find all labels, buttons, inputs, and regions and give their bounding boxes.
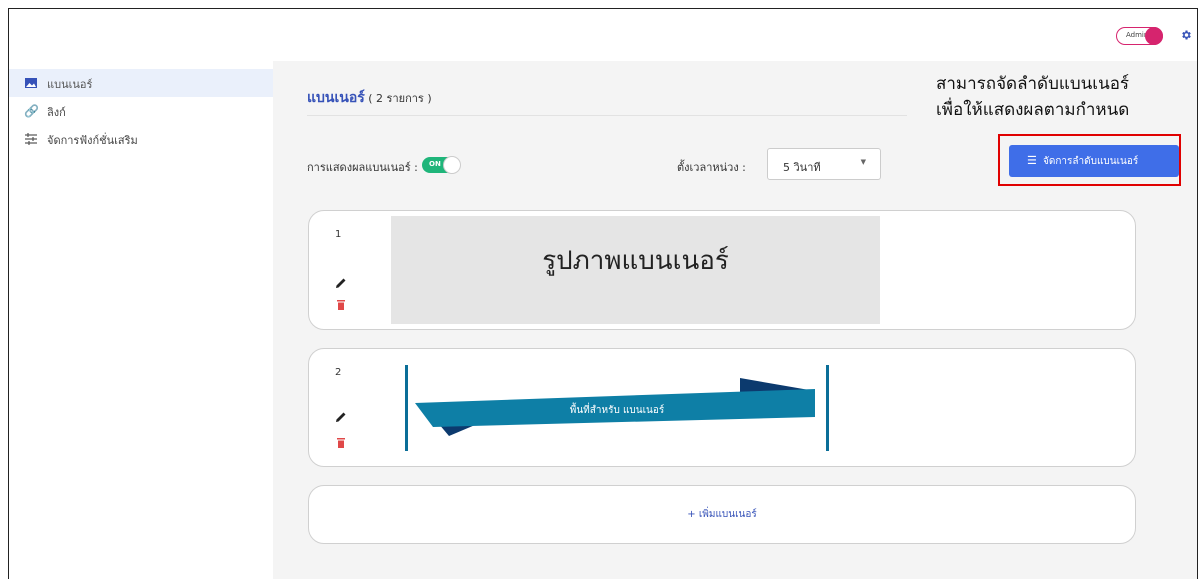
trash-icon[interactable]	[336, 438, 346, 448]
add-banner-button[interactable]: + เพิ่มแบนเนอร์	[308, 485, 1136, 544]
sidebar-item-link[interactable]: 🔗 ลิงก์	[9, 97, 273, 125]
add-banner-label: + เพิ่มแบนเนอร์	[687, 509, 757, 520]
banner-card: 2 พื้นที่สำหรับ แบนเนอร์	[308, 348, 1136, 467]
trash-icon[interactable]	[336, 300, 346, 310]
manage-order-label: จัดการลำดับแบนเนอร์	[1043, 156, 1139, 167]
sidebar-item-label: จัดการฟังก์ชั่นเสริม	[47, 134, 138, 147]
chevron-down-icon: ▼	[860, 158, 866, 166]
interval-label: ตั้งเวลาหน่วง :	[677, 161, 746, 174]
admin-toggle-knob	[1145, 27, 1163, 45]
banner-image[interactable]: รูปภาพแบนเนอร์	[391, 216, 880, 324]
sidebar-item-addons[interactable]: จัดการฟังก์ชั่นเสริม	[9, 125, 273, 153]
annotation-note: สามารถจัดลำดับแบนเนอร์ เพื่อให้แสดงผลตาม…	[936, 71, 1129, 123]
pencil-icon[interactable]	[335, 411, 347, 423]
banner-image[interactable]: พื้นที่สำหรับ แบนเนอร์	[405, 365, 829, 453]
interval-value: 5 วินาที	[783, 161, 821, 174]
link-icon: 🔗	[24, 104, 39, 118]
toggle-on-label: ON	[429, 160, 441, 168]
sidebar: แบนเนอร์ 🔗 ลิงก์ จัดการฟังก์ชั่นเสริม	[9, 61, 273, 579]
banner-card: 1 รูปภาพแบนเนอร์	[308, 210, 1136, 330]
page-title-text: แบนเนอร์	[307, 90, 365, 106]
banner-index: 1	[335, 229, 342, 240]
main-content: แบนเนอร์ ( 2 รายการ ) สามารถจัดลำดับแบนเ…	[273, 61, 1197, 579]
divider	[307, 115, 907, 116]
sidebar-item-banner[interactable]: แบนเนอร์	[9, 69, 273, 97]
sidebar-item-label: ลิงก์	[47, 106, 66, 119]
manage-order-button[interactable]: ☰ จัดการลำดับแบนเนอร์	[1009, 145, 1179, 177]
admin-toggle[interactable]: Admin	[1116, 27, 1163, 45]
banner-index: 2	[335, 367, 342, 378]
item-count: ( 2 รายการ )	[364, 92, 432, 105]
display-toggle[interactable]: ON	[422, 156, 461, 174]
app-window: Admin แบนเนอร์ 🔗 ลิงก์ จัดการฟังก์ชั่นเส…	[8, 8, 1198, 579]
pencil-icon[interactable]	[335, 277, 347, 289]
interval-select[interactable]: 5 วินาที ▼	[767, 148, 881, 180]
banner-placeholder-text: พื้นที่สำหรับ แบนเนอร์	[569, 405, 665, 416]
list-order-icon: ☰	[1027, 155, 1037, 167]
sidebar-item-label: แบนเนอร์	[47, 78, 93, 91]
banner-placeholder-text: รูปภาพแบนเนอร์	[542, 246, 729, 276]
sliders-icon	[25, 133, 37, 145]
page-title: แบนเนอร์ ( 2 รายการ )	[307, 87, 432, 109]
top-bar: Admin	[9, 9, 1197, 61]
toggle-knob	[443, 156, 461, 174]
display-label: การแสดงผลแบนเนอร์ :	[307, 161, 418, 174]
gear-icon[interactable]	[1180, 29, 1192, 41]
annotation-line-2: เพื่อให้แสดงผลตามกำหนด	[936, 100, 1130, 120]
annotation-line-1: สามารถจัดลำดับแบนเนอร์	[936, 74, 1130, 94]
image-icon	[25, 78, 37, 88]
